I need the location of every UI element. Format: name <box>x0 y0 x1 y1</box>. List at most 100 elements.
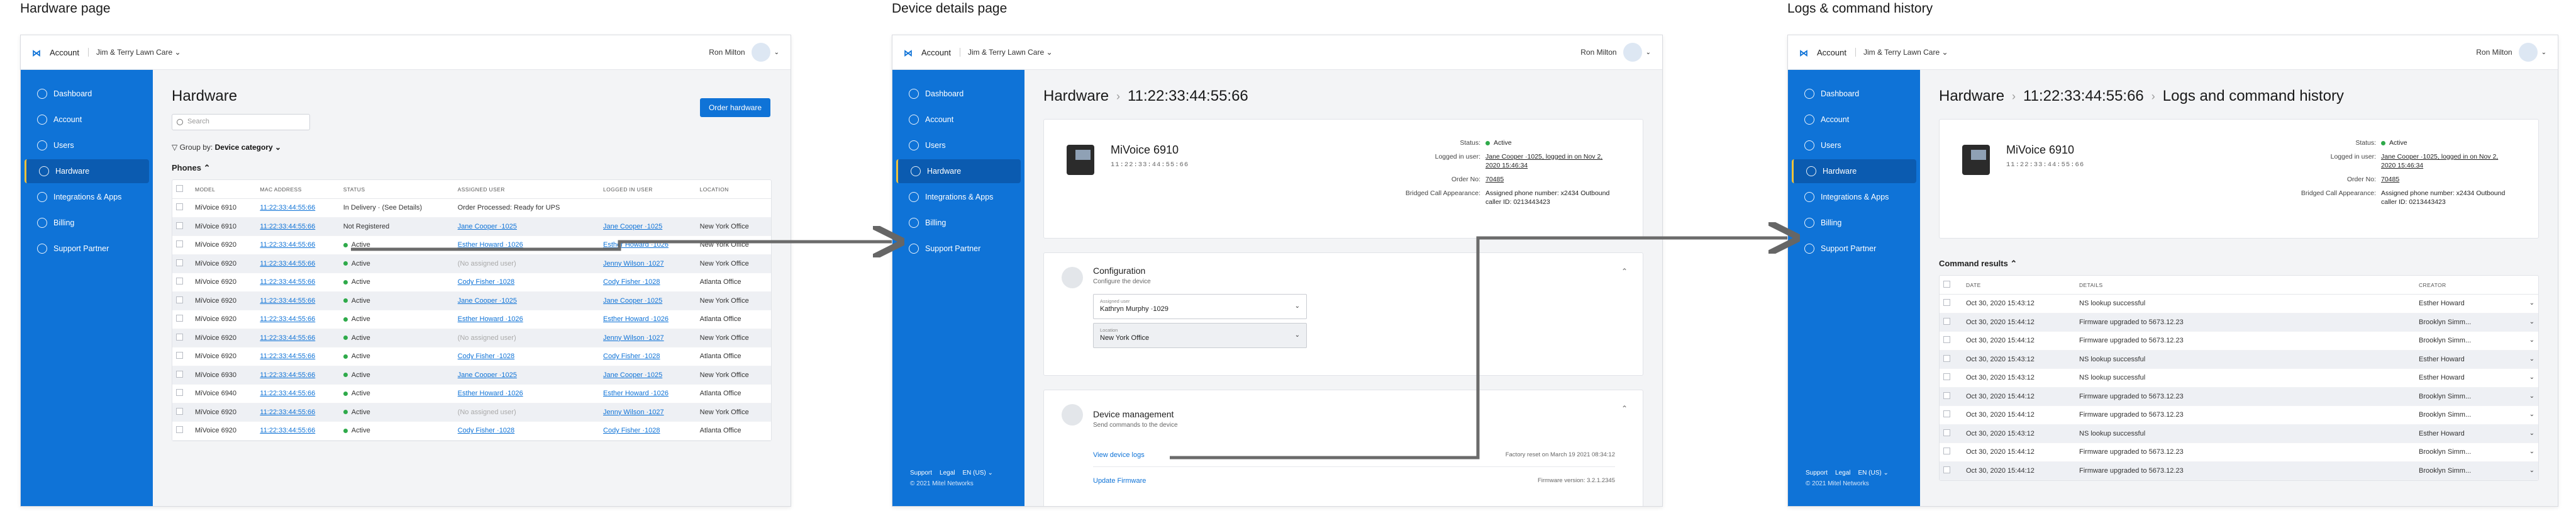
cell-mac[interactable]: 11:22:33:44:55:66 <box>256 366 340 385</box>
avatar[interactable] <box>2518 43 2538 62</box>
row-checkbox[interactable] <box>1943 336 1950 344</box>
row-checkbox[interactable] <box>176 278 183 285</box>
mac-link[interactable]: 11:22:33:44:55:66 <box>260 409 315 416</box>
cell-creator[interactable]: Brooklyn Simm... ⌄ <box>2415 313 2538 332</box>
table-row[interactable]: MiVoice 6920 11:22:33:44:55:66 Active Esthe… <box>172 310 771 329</box>
row-checkbox[interactable] <box>1943 410 1950 418</box>
sidebar-item-support-partner[interactable]: Support Partner <box>896 237 1021 261</box>
row-checkbox[interactable] <box>176 296 183 303</box>
chevron-down-icon[interactable]: ⌄ <box>2529 448 2534 455</box>
col-model[interactable]: MODEL <box>191 180 257 199</box>
cell-assigned-user[interactable]: (No assigned user) <box>453 403 600 422</box>
row-checkbox[interactable] <box>176 426 183 434</box>
cell-logged-in-user[interactable]: Jane Cooper ·1025 <box>599 291 696 310</box>
table-row[interactable]: Oct 30, 2020 15:44:12 Firmware upgraded t… <box>1940 443 2538 462</box>
row-checkbox[interactable] <box>1943 466 1950 473</box>
language-select[interactable]: EN (US) ⌄ <box>963 470 993 476</box>
chevron-down-icon[interactable]: ⌄ <box>1646 49 1651 56</box>
sidebar-item-hardware[interactable]: Hardware <box>1792 159 1916 183</box>
phones-section-toggle[interactable]: Phones ⌃ <box>172 163 772 173</box>
cell-logged-in-user[interactable]: Esther Howard ·1026 <box>599 235 696 255</box>
col-date[interactable]: DATE <box>1962 276 2075 295</box>
chevron-down-icon[interactable]: ⌄ <box>2529 393 2534 400</box>
assigned-user-link[interactable]: Cody Fisher ·1028 <box>458 427 515 434</box>
sidebar-item-dashboard[interactable]: Dashboard <box>25 82 149 106</box>
cell-creator[interactable]: Esther Howard ⌄ <box>2415 368 2538 388</box>
row-checkbox[interactable] <box>1943 299 1950 307</box>
mitel-logo-icon[interactable]: ⋈ <box>904 48 916 58</box>
cell-assigned-user[interactable]: Esther Howard ·1026 <box>453 235 600 255</box>
col-details[interactable]: DETAILS <box>2075 276 2415 295</box>
col-creator[interactable]: CREATOR <box>2415 276 2538 295</box>
cell-assigned-user[interactable]: Esther Howard ·1026 <box>453 310 600 329</box>
cell-logged-in-user[interactable]: Jenny Wilson ·1027 <box>599 329 696 347</box>
chevron-down-icon[interactable]: ⌄ <box>2529 319 2534 325</box>
cell-mac[interactable]: 11:22:33:44:55:66 <box>256 273 340 292</box>
logged-in-user-link[interactable]: Cody Fisher ·1028 <box>603 352 660 360</box>
legal-link[interactable]: Legal <box>940 470 955 476</box>
group-by-control[interactable]: ▽ Group by: Device category ⌄ <box>172 143 772 152</box>
select-all-checkbox[interactable] <box>1943 281 1950 288</box>
mitel-logo-icon[interactable]: ⋈ <box>32 48 45 58</box>
logged-in-user-link[interactable]: Cody Fisher ·1028 <box>603 278 660 286</box>
cell-mac[interactable]: 11:22:33:44:55:66 <box>256 254 340 273</box>
mac-link[interactable]: 11:22:33:44:55:66 <box>260 427 315 434</box>
cell-creator[interactable]: Esther Howard ⌄ <box>2415 294 2538 313</box>
order-number-link[interactable]: 70485 <box>2381 175 2513 184</box>
sidebar-item-dashboard[interactable]: Dashboard <box>896 82 1021 106</box>
sidebar-item-users[interactable]: Users <box>25 133 149 157</box>
cell-logged-in-user[interactable]: Jane Cooper ·1025 <box>599 217 696 236</box>
cell-mac[interactable]: 11:22:33:44:55:66 <box>256 384 340 403</box>
assigned-user-link[interactable]: Esther Howard ·1026 <box>458 315 523 323</box>
cell-mac[interactable]: 11:22:33:44:55:66 <box>256 235 340 255</box>
chevron-down-icon[interactable]: ⌄ <box>2529 467 2534 474</box>
logged-in-user-link[interactable]: Jenny Wilson ·1027 <box>603 260 664 268</box>
cell-creator[interactable]: Esther Howard ⌄ <box>2415 350 2538 369</box>
row-checkbox[interactable] <box>1943 448 1950 455</box>
table-row[interactable]: MiVoice 6920 11:22:33:44:55:66 Active (No a… <box>172 403 771 422</box>
row-checkbox[interactable] <box>1943 392 1950 399</box>
command-results-toggle[interactable]: Command results ⌃ <box>1939 259 2539 269</box>
cell-logged-in-user[interactable]: Cody Fisher ·1028 <box>599 273 696 292</box>
chevron-down-icon[interactable]: ⌄ <box>2529 300 2534 307</box>
cell-assigned-user[interactable]: Jane Cooper ·1025 <box>453 291 600 310</box>
chevron-down-icon[interactable]: ⌄ <box>2541 49 2546 56</box>
mac-link[interactable]: 11:22:33:44:55:66 <box>260 371 315 379</box>
cell-creator[interactable]: Esther Howard ⌄ <box>2415 424 2538 443</box>
cell-logged-in-user[interactable] <box>599 198 696 218</box>
mac-link[interactable]: 11:22:33:44:55:66 <box>260 334 315 342</box>
cell-assigned-user[interactable]: (No assigned user) <box>453 329 600 347</box>
assigned-user-link[interactable]: Cody Fisher ·1028 <box>458 352 515 360</box>
logged-in-user-link[interactable]: Jane Cooper ·1025 <box>603 371 662 379</box>
assigned-user-link[interactable]: (No assigned user) <box>458 409 516 416</box>
chevron-down-icon[interactable]: ⌄ <box>2529 374 2534 381</box>
mac-link[interactable]: 11:22:33:44:55:66 <box>260 223 315 230</box>
cell-assigned-user[interactable]: (No assigned user) <box>453 254 600 273</box>
order-number-link[interactable]: 70485 <box>1485 175 1618 184</box>
logged-in-user-link[interactable]: Esther Howard ·1026 <box>603 315 669 323</box>
cell-creator[interactable]: Brooklyn Simm... ⌄ <box>2415 387 2538 406</box>
logged-in-user-link[interactable]: Jenny Wilson ·1027 <box>603 334 664 342</box>
table-row[interactable]: Oct 30, 2020 15:44:12 Firmware upgraded t… <box>1940 405 2538 425</box>
cell-mac[interactable]: 11:22:33:44:55:66 <box>256 291 340 310</box>
table-row[interactable]: Oct 30, 2020 15:43:12 NS lookup successfu… <box>1940 424 2538 443</box>
table-row[interactable]: MiVoice 6920 11:22:33:44:55:66 Active (No a… <box>172 254 771 273</box>
sidebar-item-integrations[interactable]: Integrations & Apps <box>25 185 149 209</box>
logged-in-user-link[interactable]: Esther Howard ·1026 <box>603 390 669 397</box>
table-row[interactable]: MiVoice 6930 11:22:33:44:55:66 Active Jane … <box>172 366 771 385</box>
table-row[interactable]: Oct 30, 2020 15:43:12 NS lookup successfu… <box>1940 350 2538 369</box>
table-row[interactable]: MiVoice 6920 11:22:33:44:55:66 Active Cody … <box>172 347 771 366</box>
row-checkbox[interactable] <box>1943 429 1950 436</box>
sidebar-item-hardware[interactable]: Hardware <box>896 159 1021 183</box>
chevron-up-icon[interactable]: ⌃ <box>1621 267 1628 276</box>
row-checkbox[interactable] <box>176 389 183 397</box>
assigned-user-link[interactable]: Jane Cooper ·1025 <box>458 371 517 379</box>
cell-logged-in-user[interactable]: Esther Howard ·1026 <box>599 310 696 329</box>
logged-in-user-link[interactable]: Jane Cooper ·1025 <box>603 297 662 305</box>
sidebar-item-support-partner[interactable]: Support Partner <box>25 237 149 261</box>
row-checkbox[interactable] <box>176 203 183 211</box>
logged-in-user-link[interactable]: Cody Fisher ·1028 <box>603 427 660 434</box>
cell-logged-in-user[interactable]: Jenny Wilson ·1027 <box>599 254 696 273</box>
cell-assigned-user[interactable]: Cody Fisher ·1028 <box>453 273 600 292</box>
row-checkbox[interactable] <box>176 370 183 378</box>
